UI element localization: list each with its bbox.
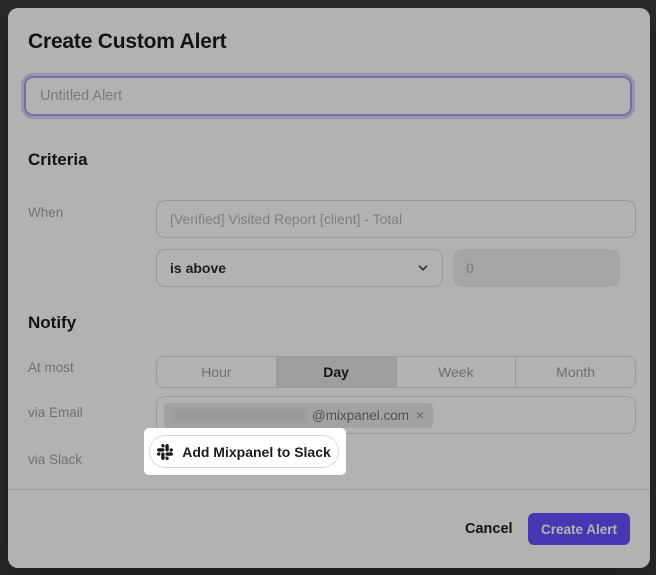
add-mixpanel-to-slack-button[interactable]: Add Mixpanel to Slack: [149, 435, 339, 468]
screen: Create Custom Alert Criteria When [Verif…: [0, 0, 656, 575]
slack-button-spotlight: Add Mixpanel to Slack: [144, 428, 346, 475]
dim-overlay: [0, 0, 656, 575]
slack-icon: [157, 444, 173, 460]
slack-button-label: Add Mixpanel to Slack: [182, 444, 331, 460]
